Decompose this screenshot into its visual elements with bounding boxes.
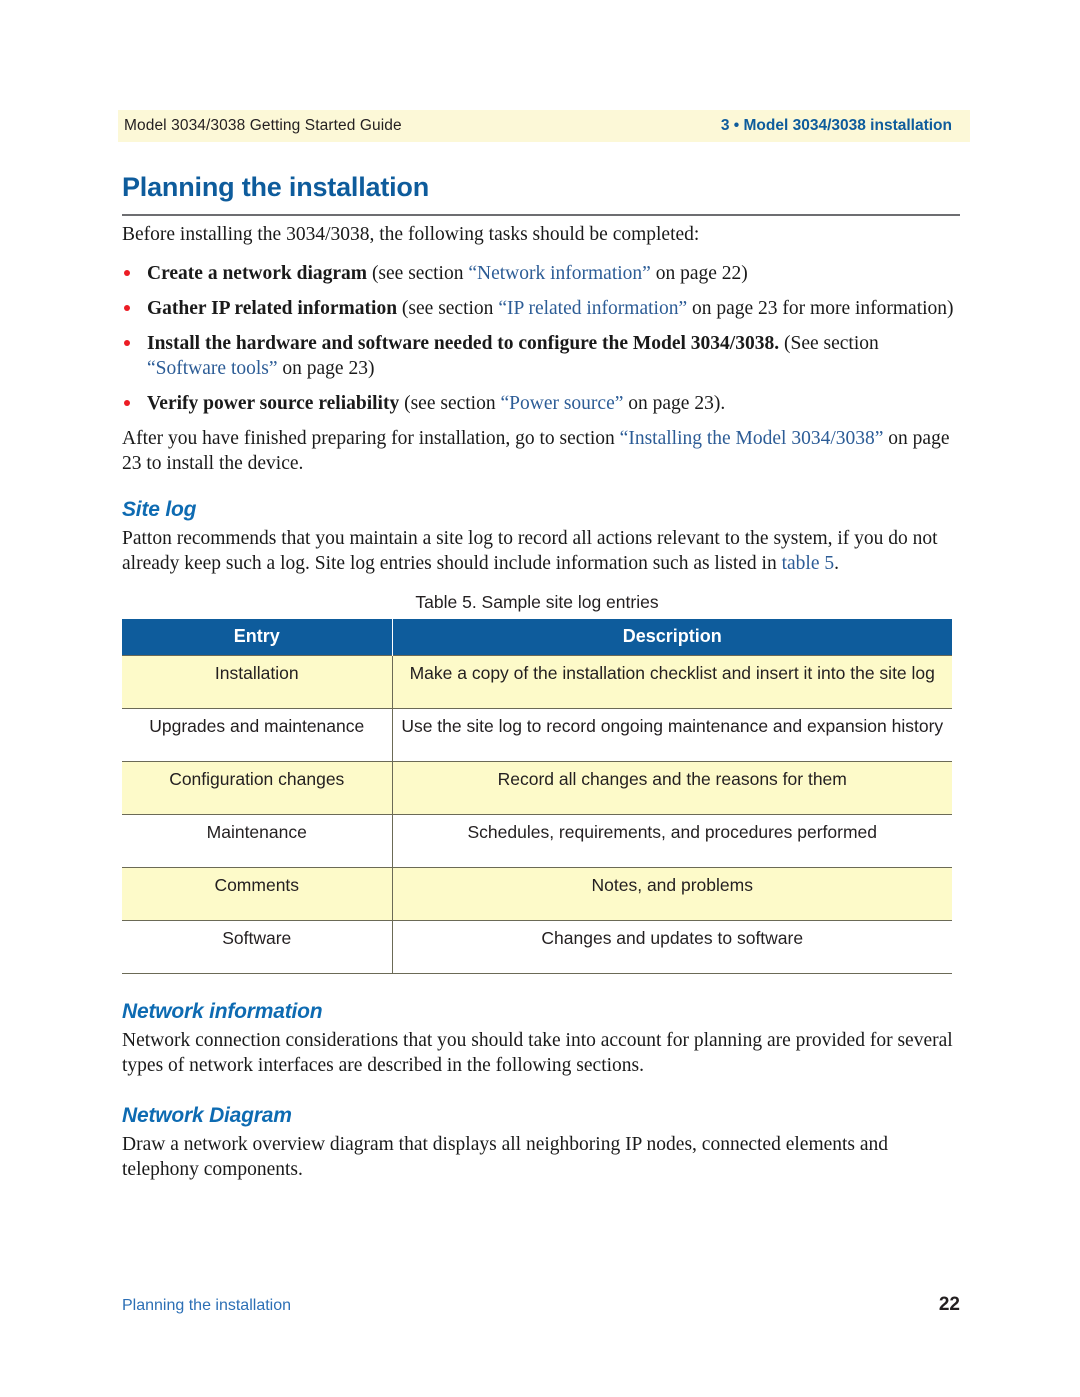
cell-description: Use the site log to record ongoing maint… [392,708,952,762]
cross-reference-link[interactable]: “Power source” [500,393,623,414]
cross-reference-link[interactable]: “IP related information” [498,298,687,319]
bullet-dot-icon [124,340,130,346]
title-divider [122,214,960,216]
column-header-entry: Entry [122,619,393,656]
list-item: Create a network diagram (see section “N… [122,261,960,286]
table-header-row: Entry Description [122,619,952,656]
table-reference-link[interactable]: table 5 [782,553,835,574]
table-caption: Table 5. Sample site log entries [415,592,659,612]
site-log-text-end: . [834,553,840,574]
running-header: Model 3034/3038 Getting Started Guide 3 … [118,110,970,142]
task-lead: Create a network diagram [147,263,368,284]
cross-reference-link[interactable]: “Network information” [468,263,650,284]
page-title: Planning the installation [122,172,430,202]
cross-reference-link[interactable]: “Installing the Model 3034/3038” [620,428,884,449]
task-mid: (see section [399,393,501,414]
after-intro-paragraph: After you have finished preparing for in… [122,426,960,476]
running-header-right: 3 • Model 3034/3038 installation [720,117,952,134]
section-heading-network-information: Network information [122,1000,323,1023]
table-row: Maintenance Schedules, requirements, and… [122,814,952,868]
network-diagram-paragraph: Draw a network overview diagram that dis… [122,1134,889,1180]
list-item: Gather IP related information (see secti… [122,296,960,321]
cross-reference-link[interactable]: “Software [147,358,226,379]
network-information-paragraph: Network connection considerations that y… [122,1030,953,1076]
after-intro-part1: After you have finished preparing for in… [122,428,620,449]
task-mid: (See section [779,333,879,354]
bullet-dot-icon [124,305,130,311]
table-row: Configuration changes Record all changes… [122,761,952,815]
bullet-dot-icon [124,400,130,406]
footer-page-number: 22 [938,1294,960,1315]
intro-paragraph: Before installing the 3034/3038, the fol… [122,224,700,245]
cell-description: Make a copy of the installation checklis… [392,655,952,709]
cell-description: Schedules, requirements, and procedures … [392,814,952,868]
task-lead: Verify power source reliability [147,393,400,414]
running-header-left: Model 3034/3038 Getting Started Guide [124,117,402,134]
table-row: Installation Make a copy of the installa… [122,655,952,709]
site-log-paragraph: Patton recommends that you maintain a si… [122,526,960,576]
task-tail: on page 23 for more information) [687,298,954,319]
cell-description: Changes and updates to software [392,920,952,974]
task-list: Create a network diagram (see section “N… [122,261,960,416]
task-tail: on page 23). [623,393,726,414]
page-content: Before installing the 3034/3038, the fol… [122,222,960,1196]
cell-entry: Upgrades and maintenance [122,708,393,762]
list-item: Verify power source reliability (see sec… [122,391,960,416]
cell-entry: Installation [122,655,393,709]
document-page: Model 3034/3038 Getting Started Guide 3 … [0,0,1080,1397]
task-lead: Gather IP related information [147,298,398,319]
cell-entry: Maintenance [122,814,393,868]
task-mid: (see section [367,263,469,284]
cell-description: Record all changes and the reasons for t… [392,761,952,815]
task-lead: Install the hardware and software needed… [147,333,780,354]
site-log-table: Entry Description Installation Make a co… [122,619,952,974]
task-mid: (see section [397,298,499,319]
cell-entry: Configuration changes [122,761,393,815]
bullet-dot-icon [124,270,130,276]
column-header-description: Description [392,619,952,656]
cell-description: Notes, and problems [392,867,952,921]
task-tail: on page 22) [650,263,748,284]
table-row: Comments Notes, and problems [122,867,952,921]
footer-section-label: Planning the installation [122,1297,292,1314]
section-heading-site-log: Site log [122,498,197,521]
task-tail: on page 23) [277,358,375,379]
cell-entry: Software [122,920,393,974]
table-row: Software Changes and updates to software [122,920,952,974]
cell-entry: Comments [122,867,393,921]
table-row: Upgrades and maintenance Use the site lo… [122,708,952,762]
section-heading-network-diagram: Network Diagram [122,1104,292,1127]
list-item: Install the hardware and software needed… [122,331,960,381]
cross-reference-link-cont[interactable]: tools” [231,358,278,379]
